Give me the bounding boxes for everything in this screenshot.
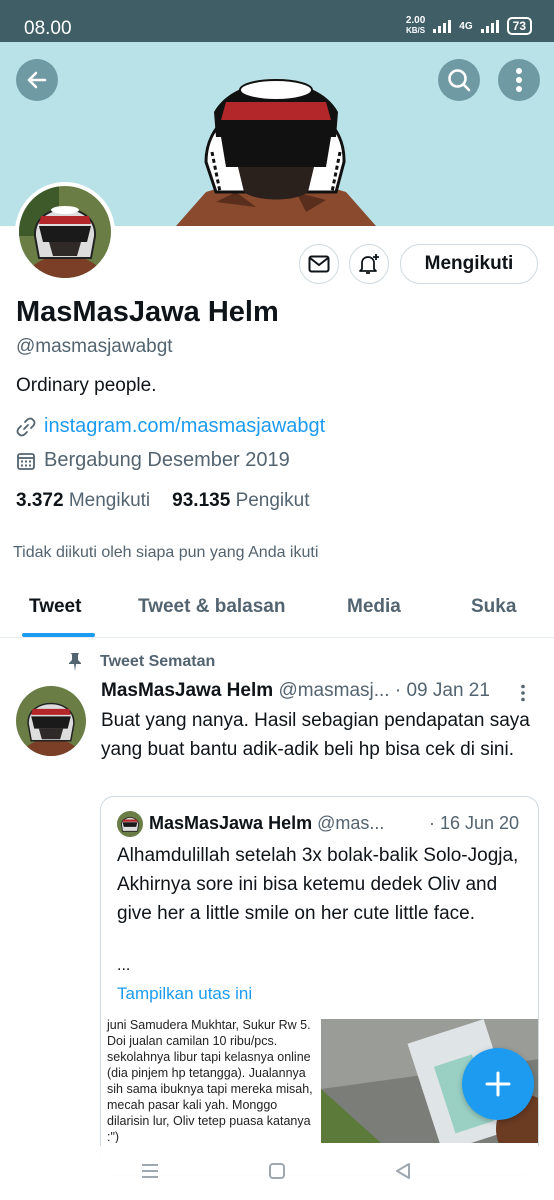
quoted-avatar-image (117, 811, 143, 837)
show-thread-link[interactable]: Tampilkan utas ini (117, 984, 252, 1004)
signal-icon (433, 19, 452, 33)
profile-joined-date: Bergabung Desember 2019 (44, 449, 290, 471)
quoted-tweet-date: · 16 Jun 20 (429, 813, 520, 833)
following-stat[interactable]: 3.372 Mengikuti (16, 490, 150, 512)
active-tab-indicator (22, 633, 95, 637)
back-button[interactable] (16, 59, 58, 101)
quoted-tweet-text: Alhamdulillah setelah 3x bolak-balik Sol… (117, 845, 519, 924)
profile-bio: Ordinary people. (16, 375, 157, 396)
status-time: 08.00 (24, 18, 72, 39)
tab-likes[interactable]: Suka (471, 596, 516, 618)
quoted-author-avatar (117, 811, 143, 837)
tweet-author-name[interactable]: MasMasJawa Helm (101, 680, 273, 701)
tab-media[interactable]: Media (347, 596, 401, 618)
more-vertical-icon (516, 68, 522, 92)
quoted-tweet[interactable]: MasMasJawa Helm @mas... · 16 Jun 20 Alha… (100, 796, 539, 1176)
tab-tweet-replies[interactable]: Tweet & balasan (138, 596, 285, 618)
tweet-separator: · (394, 680, 402, 701)
tweet-header: MasMasJawa Helm @masmasj... · 09 Jan 21 (101, 680, 541, 702)
network-type: 4G (459, 20, 473, 32)
profile-website-link[interactable]: instagram.com/masmasjawabgt (44, 415, 325, 438)
profile-avatar[interactable] (15, 182, 115, 282)
quoted-author-handle: @mas... (317, 813, 385, 833)
tweet-text: Buat yang nanya. Hasil sebagian pendapat… (101, 710, 530, 760)
recent-apps-icon[interactable] (141, 1162, 159, 1180)
tweet-more-button[interactable] (520, 684, 526, 707)
search-icon (448, 69, 471, 92)
bell-plus-icon (359, 254, 379, 274)
pin-icon (69, 653, 81, 671)
profile-tabs: Tweet Tweet & balasan Media Suka (0, 582, 554, 638)
notification-button[interactable] (349, 244, 389, 284)
tweet-author-avatar[interactable] (16, 686, 86, 756)
quoted-author-name: MasMasJawa Helm (149, 813, 313, 833)
helmet-illustration (176, 79, 376, 226)
quoted-tweet-header: MasMasJawa Helm @mas... (149, 813, 384, 834)
more-vertical-icon (521, 684, 525, 702)
avatar-image (19, 186, 111, 278)
battery-icon: 73 (506, 17, 532, 35)
mutual-followers-note: Tidak diikuti oleh siapa pun yang Anda i… (13, 544, 319, 561)
tweet-avatar-image (16, 686, 86, 756)
tweet-author-handle[interactable]: @masmasj... (278, 680, 389, 701)
home-icon[interactable] (268, 1162, 286, 1180)
profile-display-name: MasMasJawa Helm (16, 296, 279, 328)
system-nav-bar (0, 1146, 554, 1200)
pinned-label: Tweet Sematan (100, 653, 216, 670)
message-button[interactable] (299, 244, 339, 284)
status-bar: 08.00 2.00 KB/S 4G 73 (0, 0, 554, 42)
plus-icon (485, 1071, 511, 1097)
profile-handle: @masmasjawabgt (16, 336, 173, 357)
following-label: Mengikuti (68, 490, 151, 511)
profile-stats: 3.372 Mengikuti 93.135 Pengikut (16, 490, 310, 512)
quoted-tweet-ellipsis: ... (117, 957, 131, 974)
calendar-icon (17, 452, 35, 470)
following-count: 3.372 (16, 490, 64, 511)
followers-stat[interactable]: 93.135 Pengikut (172, 490, 309, 512)
followers-label: Pengikut (235, 490, 310, 511)
following-button[interactable]: Mengikuti (400, 244, 538, 284)
arrow-left-icon (27, 71, 47, 89)
profile-link-row: instagram.com/masmasjawabgt (16, 415, 325, 438)
more-options-button[interactable] (498, 59, 540, 101)
search-button[interactable] (438, 59, 480, 101)
network-speed: 2.00 KB/S (405, 15, 426, 36)
status-icons: 2.00 KB/S 4G 73 (406, 16, 532, 36)
profile-joined-row: Bergabung Desember 2019 (16, 449, 290, 472)
signal-icon-2 (480, 19, 499, 33)
tab-tweet[interactable]: Tweet (29, 596, 81, 618)
envelope-icon (308, 255, 330, 273)
quoted-image-caption[interactable]: juni Samudera Mukhtar, Sukur Rw 5. Doi j… (101, 1013, 319, 1143)
link-icon (16, 417, 36, 436)
followers-count: 93.135 (172, 490, 231, 511)
pinned-indicator: Tweet Sematan (66, 652, 215, 672)
compose-tweet-button[interactable] (462, 1048, 534, 1120)
back-nav-icon[interactable] (394, 1162, 412, 1180)
tweet-date[interactable]: 09 Jan 21 (406, 680, 489, 701)
